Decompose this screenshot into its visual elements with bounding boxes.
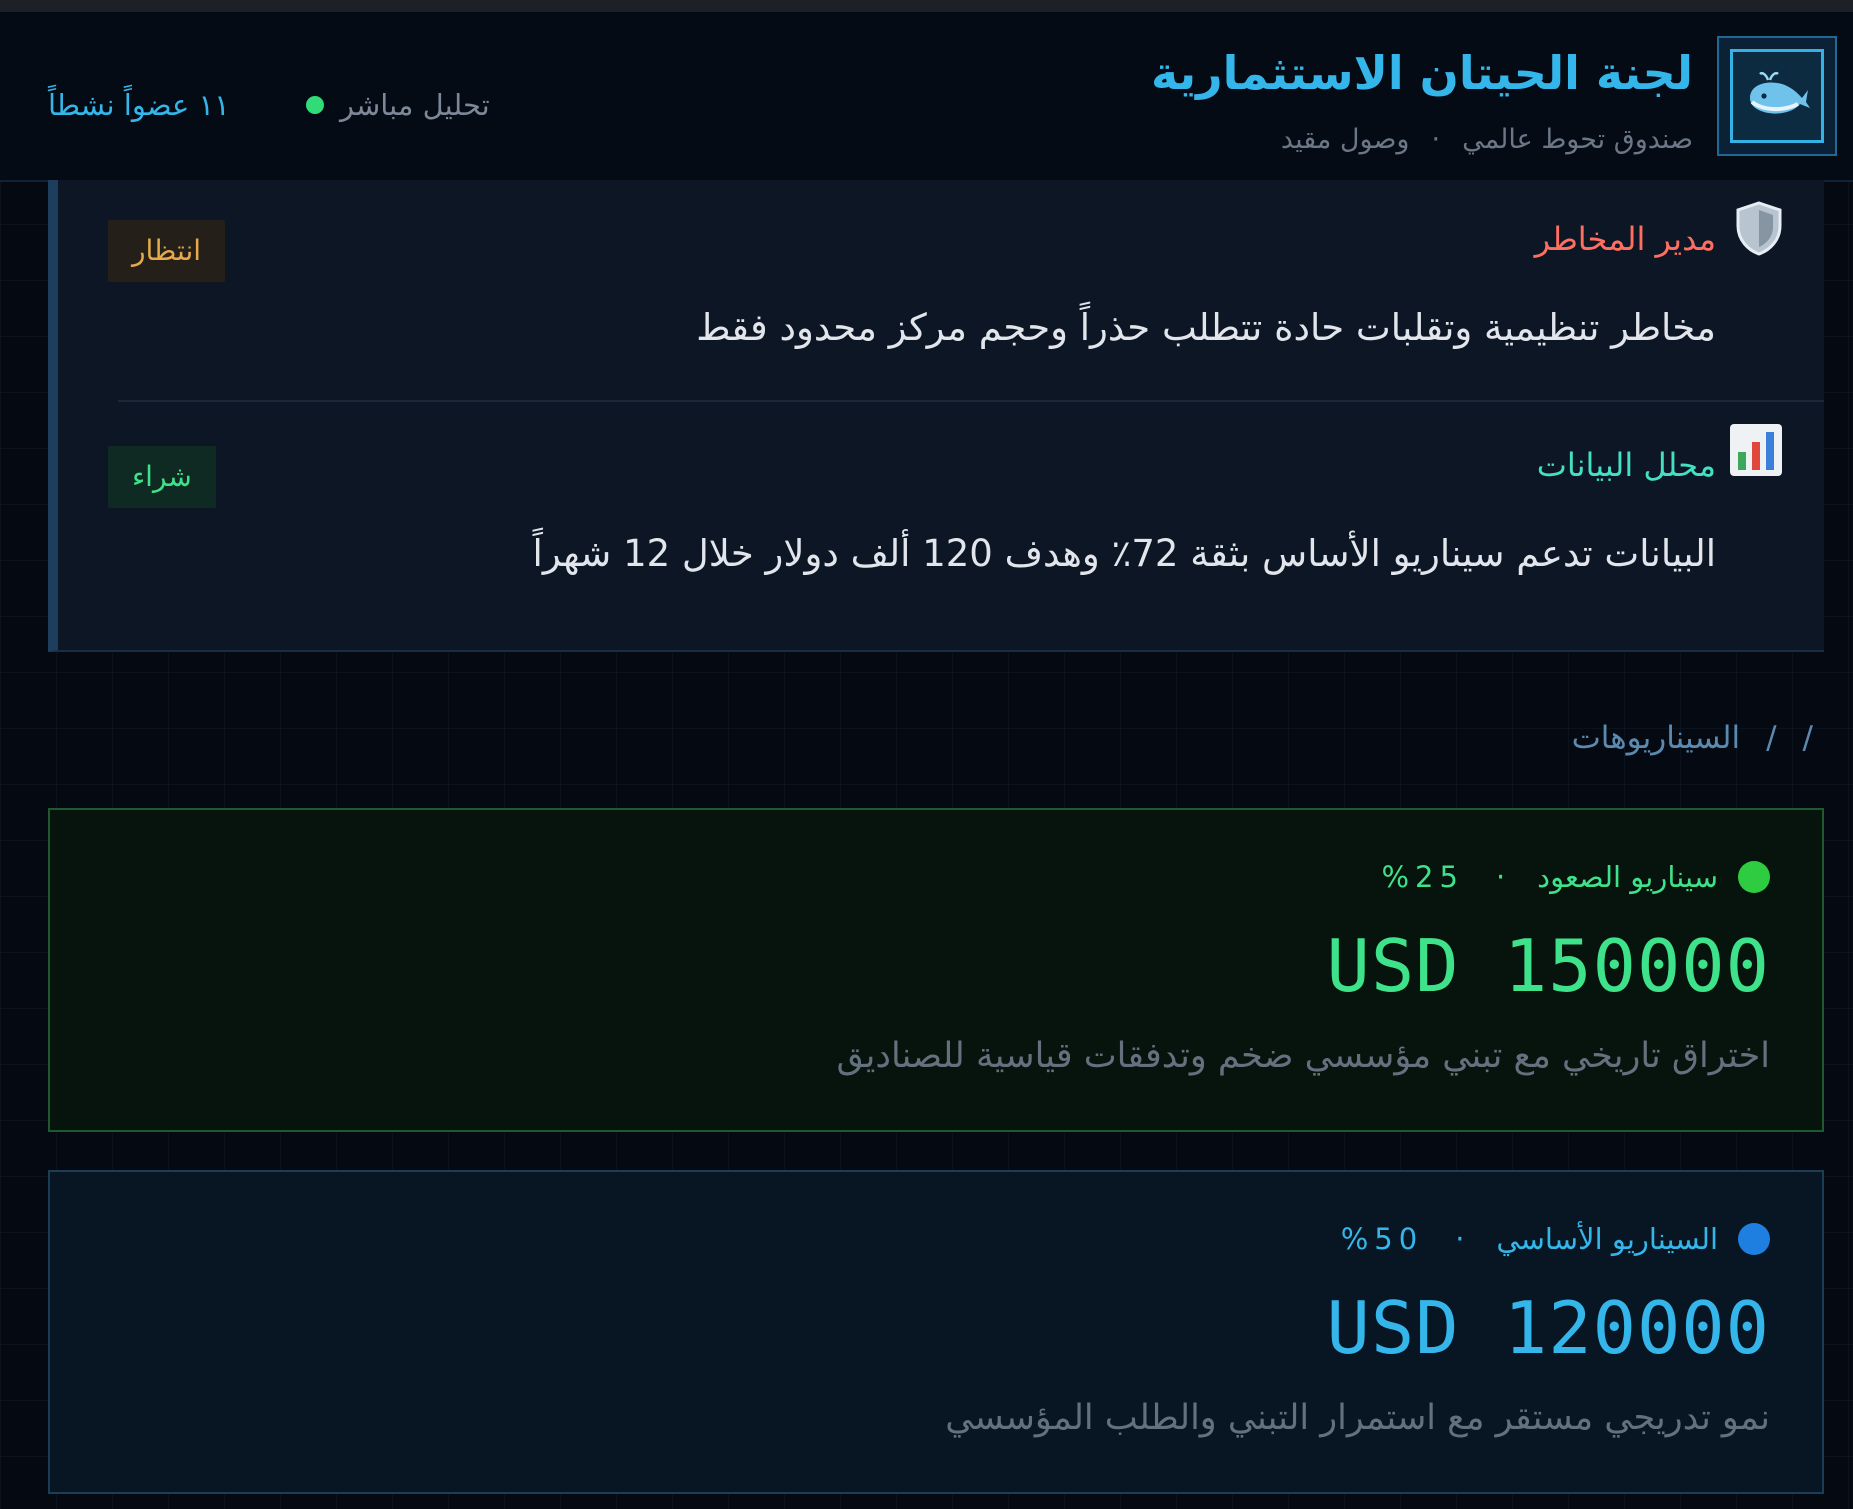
scenario-probability: %50 — [1340, 1222, 1424, 1256]
active-members: ١١ عضواً نشطاً — [48, 88, 230, 122]
opinion-text: مخاطر تنظيمية وتقلبات حادة تتطلب حذراً و… — [696, 306, 1716, 349]
scenario-target-value: USD 150000 — [1326, 924, 1770, 1008]
scenario-dot-icon — [1738, 861, 1770, 893]
scenario-header: السيناريو الأساسي · %50 — [1341, 1222, 1770, 1256]
scenario-separator: · — [1455, 1222, 1465, 1256]
scenario-separator: · — [1495, 860, 1506, 894]
scenario-probability: %25 — [1381, 860, 1464, 894]
fund-subtitle: صندوق تحوط عالمي · وصول مقيد — [1281, 124, 1693, 155]
opinion-risk-manager: مدير المخاطر مخاطر تنظيمية وتقلبات حادة … — [108, 180, 1824, 396]
breadcrumb-separator: / — [1766, 720, 1777, 756]
breadcrumb: / / السيناريوهات — [1546, 720, 1813, 756]
scenario-name: السيناريو الأساسي — [1496, 1222, 1718, 1256]
scenario-name: سيناريو الصعود — [1537, 860, 1718, 894]
scenario-target-value: USD 120000 — [1326, 1286, 1770, 1370]
page-title: لجنة الحيتان الاستثمارية — [1151, 46, 1693, 100]
opinion-role: مدير المخاطر — [1534, 220, 1716, 258]
opinion-role: محلل البيانات — [1536, 446, 1716, 484]
scenario-description: اختراق تاريخي مع تبني مؤسسي ضخم وتدفقات … — [836, 1036, 1770, 1076]
member-opinions-panel: مدير المخاطر مخاطر تنظيمية وتقلبات حادة … — [48, 180, 1824, 652]
access-level: وصول مقيد — [1280, 124, 1410, 155]
bar-chart-icon — [1728, 422, 1784, 490]
subtitle-separator: · — [1431, 124, 1441, 155]
committee-logo — [1717, 36, 1837, 156]
window-top-strip — [0, 0, 1853, 12]
live-label: تحليل مباشر — [340, 88, 490, 122]
breadcrumb-separator: / — [1802, 720, 1813, 756]
live-dot-icon — [306, 96, 324, 114]
scenario-card-bull[interactable]: سيناريو الصعود · %25 USD 150000 اختراق ت… — [48, 808, 1824, 1132]
live-status: تحليل مباشر — [306, 88, 490, 122]
recommendation-badge: شراء — [108, 446, 216, 508]
recommendation-badge: انتظار — [108, 220, 226, 282]
scenario-dot-icon — [1738, 1223, 1770, 1255]
opinion-divider — [118, 400, 1824, 402]
opinion-data-analyst: محلل البيانات البيانات تدعم سيناريو الأس… — [108, 406, 1824, 622]
scenario-card-base[interactable]: السيناريو الأساسي · %50 USD 120000 نمو ت… — [48, 1170, 1824, 1494]
shield-icon — [1734, 200, 1784, 268]
scenario-description: نمو تدريجي مستقر مع استمرار التبني والطل… — [945, 1398, 1770, 1438]
whale-icon — [1730, 49, 1824, 143]
committee-header: لجنة الحيتان الاستثمارية صندوق تحوط عالم… — [0, 12, 1853, 182]
opinion-text: البيانات تدعم سيناريو الأساس بثقة 72٪ وه… — [532, 532, 1716, 575]
scenario-header: سيناريو الصعود · %25 — [1381, 860, 1770, 894]
fund-type: صندوق تحوط عالمي — [1462, 124, 1693, 155]
breadcrumb-current[interactable]: السيناريوهات — [1572, 720, 1740, 756]
